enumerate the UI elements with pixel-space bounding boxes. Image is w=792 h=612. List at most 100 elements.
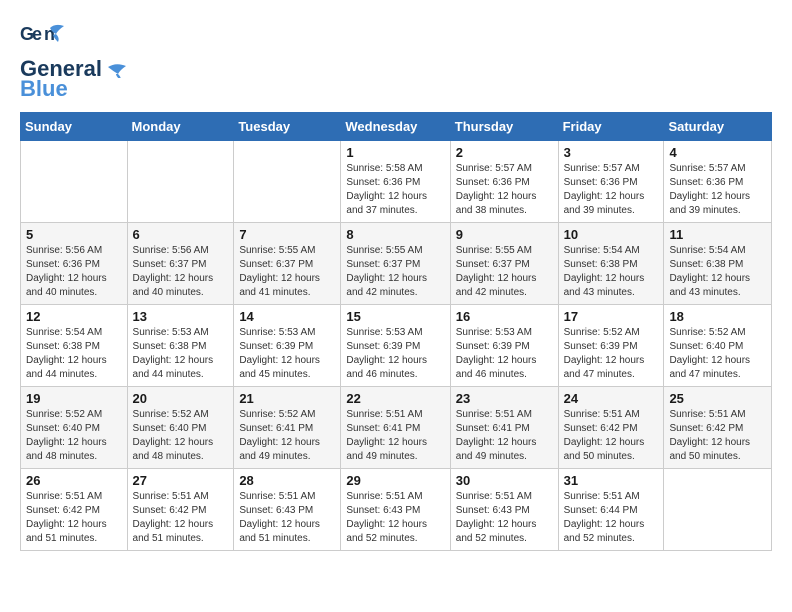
calendar-cell: 8Sunrise: 5:55 AMSunset: 6:37 PMDaylight… [341,223,450,305]
weekday-header-monday: Monday [127,113,234,141]
day-number: 26 [26,473,122,488]
day-info: Sunrise: 5:54 AMSunset: 6:38 PMDaylight:… [669,244,766,300]
day-info: Sunrise: 5:53 AMSunset: 6:38 PMDaylight:… [133,326,229,382]
weekday-header-friday: Friday [558,113,664,141]
calendar-table: SundayMondayTuesdayWednesdayThursdayFrid… [20,112,772,551]
logo-bird-icon [108,62,128,78]
day-info: Sunrise: 5:51 AMSunset: 6:42 PMDaylight:… [133,490,229,546]
day-info: Sunrise: 5:57 AMSunset: 6:36 PMDaylight:… [669,162,766,218]
calendar-cell: 2 Sunrise: 5:57 AMSunset: 6:36 PMDaylight… [450,141,558,223]
calendar-cell: 27Sunrise: 5:51 AMSunset: 6:42 PMDayligh… [127,469,234,551]
calendar-cell: 16 Sunrise: 5:53 AMSunset: 6:39 PMDayligh… [450,305,558,387]
weekday-header-tuesday: Tuesday [234,113,341,141]
day-info: Sunrise: 5:53 AMSunset: 6:39 PMDaylight:… [456,326,553,382]
day-info: Sunrise: 5:57 AMSunset: 6:36 PMDaylight:… [456,162,553,218]
day-number: 21 [239,391,335,406]
day-info: Sunrise: 5:54 AMSunset: 6:38 PMDaylight:… [26,326,122,382]
day-info: Sunrise: 5:51 AMSunset: 6:43 PMDaylight:… [239,490,335,546]
day-number: 28 [239,473,335,488]
calendar-cell [234,141,341,223]
day-number: 23 [456,391,553,406]
calendar-cell: 26 Sunrise: 5:51 AMSunset: 6:42 PMDayligh… [21,469,128,551]
day-info: Sunrise: 5:55 AMSunset: 6:37 PMDaylight:… [346,244,444,300]
calendar-week-row: 19Sunrise: 5:52 AMSunset: 6:40 PMDayligh… [21,387,772,469]
calendar-cell: 12 Sunrise: 5:54 AMSunset: 6:38 PMDayligh… [21,305,128,387]
day-number: 18 [669,309,766,324]
calendar-cell: 23 Sunrise: 5:51 AMSunset: 6:41 PMDayligh… [450,387,558,469]
day-number: 17 [564,309,659,324]
weekday-header-saturday: Saturday [664,113,772,141]
calendar-cell: 1 Sunrise: 5:58 AMSunset: 6:36 PMDaylight… [341,141,450,223]
calendar-week-row: 1 Sunrise: 5:58 AMSunset: 6:36 PMDaylight… [21,141,772,223]
day-info: Sunrise: 5:54 AMSunset: 6:38 PMDaylight:… [564,244,659,300]
logo-blue: Blue [20,76,68,102]
calendar-cell: 10 Sunrise: 5:54 AMSunset: 6:38 PMDayligh… [558,223,664,305]
weekday-header-wednesday: Wednesday [341,113,450,141]
day-number: 10 [564,227,659,242]
calendar-cell: 14 Sunrise: 5:53 AMSunset: 6:39 PMDayligh… [234,305,341,387]
page-header: G e n General Blue [20,20,772,102]
day-info: Sunrise: 5:53 AMSunset: 6:39 PMDaylight:… [239,326,335,382]
day-number: 5 [26,227,122,242]
day-info: Sunrise: 5:53 AMSunset: 6:39 PMDaylight:… [346,326,444,382]
day-number: 4 [669,145,766,160]
day-info: Sunrise: 5:51 AMSunset: 6:42 PMDaylight:… [564,408,659,464]
calendar-cell [127,141,234,223]
day-info: Sunrise: 5:52 AMSunset: 6:41 PMDaylight:… [239,408,335,464]
day-number: 31 [564,473,659,488]
calendar-cell: 6 Sunrise: 5:56 AMSunset: 6:37 PMDaylight… [127,223,234,305]
calendar-cell: 20Sunrise: 5:52 AMSunset: 6:40 PMDayligh… [127,387,234,469]
calendar-cell [664,469,772,551]
calendar-cell: 4 Sunrise: 5:57 AMSunset: 6:36 PMDaylight… [664,141,772,223]
weekday-header-sunday: Sunday [21,113,128,141]
day-info: Sunrise: 5:52 AMSunset: 6:40 PMDaylight:… [26,408,122,464]
day-number: 9 [456,227,553,242]
calendar-cell: 31 Sunrise: 5:51 AMSunset: 6:44 PMDayligh… [558,469,664,551]
day-info: Sunrise: 5:58 AMSunset: 6:36 PMDaylight:… [346,162,444,218]
day-number: 22 [346,391,444,406]
calendar-cell: 19Sunrise: 5:52 AMSunset: 6:40 PMDayligh… [21,387,128,469]
day-info: Sunrise: 5:56 AMSunset: 6:36 PMDaylight:… [26,244,122,300]
day-number: 12 [26,309,122,324]
calendar-cell: 29Sunrise: 5:51 AMSunset: 6:43 PMDayligh… [341,469,450,551]
day-info: Sunrise: 5:57 AMSunset: 6:36 PMDaylight:… [564,162,659,218]
day-number: 11 [669,227,766,242]
calendar-cell: 28 Sunrise: 5:51 AMSunset: 6:43 PMDayligh… [234,469,341,551]
day-number: 25 [669,391,766,406]
calendar-cell: 9 Sunrise: 5:55 AMSunset: 6:37 PMDaylight… [450,223,558,305]
day-number: 14 [239,309,335,324]
day-info: Sunrise: 5:51 AMSunset: 6:44 PMDaylight:… [564,490,659,546]
day-number: 15 [346,309,444,324]
day-number: 3 [564,145,659,160]
day-number: 13 [133,309,229,324]
calendar-week-row: 12 Sunrise: 5:54 AMSunset: 6:38 PMDayligh… [21,305,772,387]
calendar-cell [21,141,128,223]
calendar-cell: 11 Sunrise: 5:54 AMSunset: 6:38 PMDayligh… [664,223,772,305]
calendar-cell: 7Sunrise: 5:55 AMSunset: 6:37 PMDaylight… [234,223,341,305]
day-info: Sunrise: 5:55 AMSunset: 6:37 PMDaylight:… [456,244,553,300]
weekday-header-row: SundayMondayTuesdayWednesdayThursdayFrid… [21,113,772,141]
calendar-cell: 21 Sunrise: 5:52 AMSunset: 6:41 PMDayligh… [234,387,341,469]
calendar-cell: 30 Sunrise: 5:51 AMSunset: 6:43 PMDayligh… [450,469,558,551]
day-info: Sunrise: 5:51 AMSunset: 6:42 PMDaylight:… [26,490,122,546]
day-info: Sunrise: 5:51 AMSunset: 6:43 PMDaylight:… [456,490,553,546]
svg-text:e: e [32,24,42,44]
day-number: 30 [456,473,553,488]
day-info: Sunrise: 5:51 AMSunset: 6:41 PMDaylight:… [456,408,553,464]
weekday-header-thursday: Thursday [450,113,558,141]
day-number: 16 [456,309,553,324]
day-info: Sunrise: 5:52 AMSunset: 6:39 PMDaylight:… [564,326,659,382]
day-number: 1 [346,145,444,160]
calendar-cell: 15 Sunrise: 5:53 AMSunset: 6:39 PMDayligh… [341,305,450,387]
calendar-cell: 17 Sunrise: 5:52 AMSunset: 6:39 PMDayligh… [558,305,664,387]
day-number: 24 [564,391,659,406]
calendar-cell: 24 Sunrise: 5:51 AMSunset: 6:42 PMDayligh… [558,387,664,469]
day-info: Sunrise: 5:51 AMSunset: 6:41 PMDaylight:… [346,408,444,464]
day-info: Sunrise: 5:56 AMSunset: 6:37 PMDaylight:… [133,244,229,300]
calendar-cell: 3 Sunrise: 5:57 AMSunset: 6:36 PMDaylight… [558,141,664,223]
day-number: 6 [133,227,229,242]
calendar-cell: 22 Sunrise: 5:51 AMSunset: 6:41 PMDayligh… [341,387,450,469]
day-number: 2 [456,145,553,160]
calendar-cell: 18 Sunrise: 5:52 AMSunset: 6:40 PMDayligh… [664,305,772,387]
day-info: Sunrise: 5:52 AMSunset: 6:40 PMDaylight:… [669,326,766,382]
